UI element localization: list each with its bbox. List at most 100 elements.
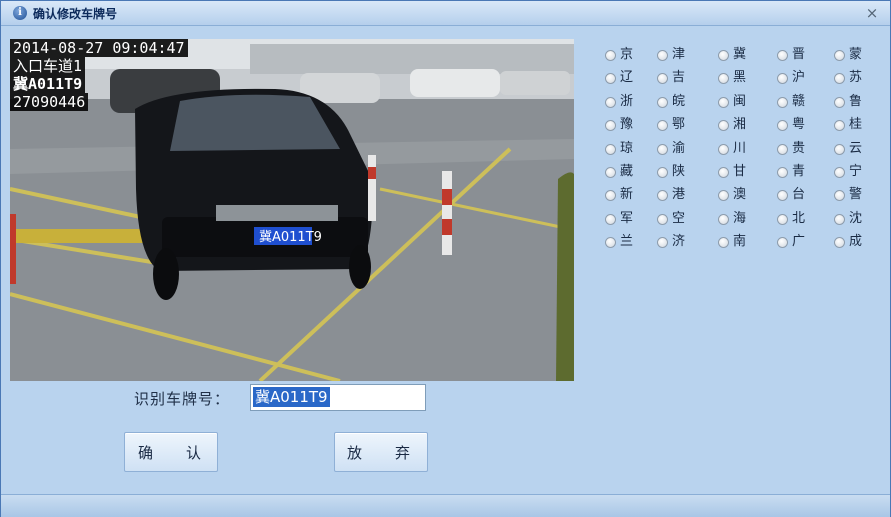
province-option[interactable]: 琼 [605,140,661,158]
radio-button[interactable] [777,143,788,155]
province-option[interactable]: 津 [657,46,713,64]
radio-button[interactable] [605,167,616,178]
radio-button[interactable] [657,120,668,132]
province-option[interactable]: 台 [777,186,833,204]
radio-button[interactable] [605,96,616,108]
province-option[interactable]: 桂 [834,116,890,134]
radio-button[interactable] [777,73,788,85]
province-option[interactable]: 闽 [718,93,774,111]
province-option[interactable]: 晋 [777,46,833,64]
confirm-button[interactable]: 确 认 [124,432,218,472]
province-option[interactable]: 京 [605,46,661,64]
radio-button[interactable] [605,190,616,202]
radio-button[interactable] [605,120,616,132]
radio-button[interactable] [834,167,845,178]
province-label: 苏 [849,70,863,86]
radio-button[interactable] [777,167,788,178]
radio-button[interactable] [657,190,668,202]
radio-button[interactable] [718,237,729,249]
province-option[interactable]: 新 [605,186,661,204]
radio-button[interactable] [718,96,729,108]
province-option[interactable]: 陕 [657,163,713,181]
radio-button[interactable] [777,237,788,249]
radio-button[interactable] [657,50,668,61]
radio-button[interactable] [605,73,616,85]
province-option[interactable]: 港 [657,186,713,204]
radio-button[interactable] [657,96,668,108]
province-option[interactable]: 沈 [834,210,890,228]
province-option[interactable]: 空 [657,210,713,228]
province-option[interactable]: 沪 [777,69,833,87]
province-option[interactable]: 兰 [605,233,661,251]
province-option[interactable]: 苏 [834,69,890,87]
radio-button[interactable] [718,73,729,85]
province-option[interactable]: 浙 [605,93,661,111]
province-label: 豫 [620,117,634,133]
province-label: 广 [792,234,806,250]
province-option[interactable]: 云 [834,140,890,158]
province-label: 渝 [672,140,686,156]
province-option[interactable]: 辽 [605,69,661,87]
province-option[interactable]: 南 [718,233,774,251]
province-option[interactable]: 澳 [718,186,774,204]
title-bar[interactable]: i 确认修改车牌号 × [1,1,890,26]
province-option[interactable]: 海 [718,210,774,228]
radio-button[interactable] [657,73,668,85]
radio-button[interactable] [605,213,616,225]
province-option[interactable]: 蒙 [834,46,890,64]
radio-button[interactable] [605,143,616,155]
radio-button[interactable] [777,120,788,132]
province-option[interactable]: 川 [718,140,774,158]
province-option[interactable]: 吉 [657,69,713,87]
province-option[interactable]: 青 [777,163,833,181]
radio-button[interactable] [605,50,616,61]
radio-button[interactable] [777,50,788,61]
radio-button[interactable] [718,50,729,61]
province-option[interactable]: 冀 [718,46,774,64]
province-option[interactable]: 渝 [657,140,713,158]
radio-button[interactable] [605,237,616,249]
province-option[interactable]: 甘 [718,163,774,181]
radio-button[interactable] [834,73,845,85]
province-option[interactable]: 鄂 [657,116,713,134]
radio-button[interactable] [718,143,729,155]
radio-button[interactable] [834,190,845,202]
radio-button[interactable] [657,143,668,155]
cancel-button[interactable]: 放 弃 [334,432,428,472]
province-option[interactable]: 军 [605,210,661,228]
province-option[interactable]: 湘 [718,116,774,134]
province-option[interactable]: 鲁 [834,93,890,111]
radio-button[interactable] [834,120,845,132]
radio-button[interactable] [777,213,788,225]
province-option[interactable]: 贵 [777,140,833,158]
province-option[interactable]: 宁 [834,163,890,181]
province-option[interactable]: 警 [834,186,890,204]
province-label: 港 [672,187,686,203]
radio-button[interactable] [718,167,729,178]
province-option[interactable]: 皖 [657,93,713,111]
province-option[interactable]: 豫 [605,116,661,134]
radio-button[interactable] [834,96,845,108]
province-option[interactable]: 黑 [718,69,774,87]
radio-button[interactable] [777,96,788,108]
province-option[interactable]: 济 [657,233,713,251]
province-option[interactable]: 粤 [777,116,833,134]
radio-button[interactable] [718,213,729,225]
province-option[interactable]: 赣 [777,93,833,111]
radio-button[interactable] [834,213,845,225]
close-button[interactable]: × [864,5,880,21]
province-option[interactable]: 北 [777,210,833,228]
radio-button[interactable] [657,213,668,225]
radio-button[interactable] [834,237,845,249]
radio-button[interactable] [834,50,845,61]
radio-button[interactable] [834,143,845,155]
radio-button[interactable] [777,190,788,202]
province-option[interactable]: 广 [777,233,833,251]
radio-button[interactable] [718,190,729,202]
province-option[interactable]: 成 [834,233,890,251]
radio-button[interactable] [657,237,668,249]
radio-button[interactable] [718,120,729,132]
province-option[interactable]: 藏 [605,163,661,181]
plate-input[interactable]: 冀A011T9 [250,384,426,411]
radio-button[interactable] [657,167,668,178]
